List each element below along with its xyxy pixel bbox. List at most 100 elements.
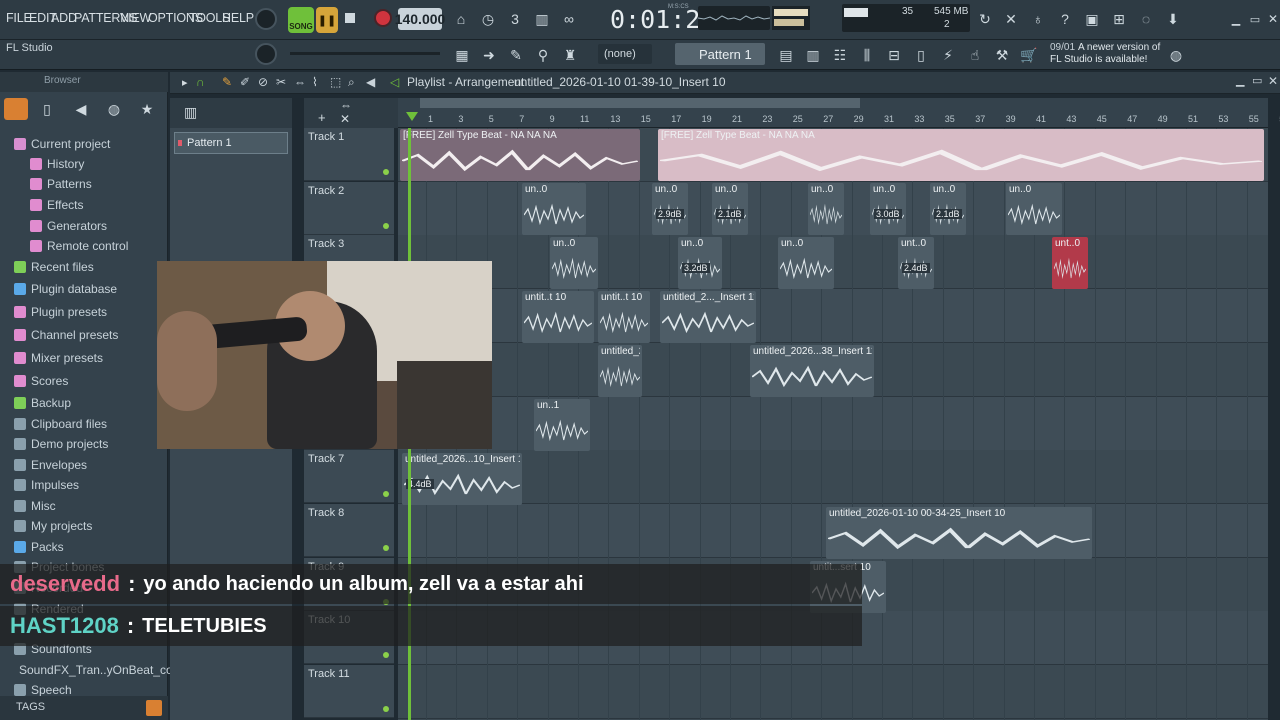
master-slider[interactable] [290, 52, 440, 55]
browser-item[interactable]: Misc [0, 496, 168, 516]
slice-tool-icon[interactable]: ⌇ [312, 75, 318, 89]
audio-clip[interactable]: un..0 [778, 237, 834, 289]
playlist-maximize-icon[interactable]: ▭ [1252, 74, 1262, 87]
magnet-icon[interactable]: ∩ [196, 75, 205, 89]
zoom-icon[interactable]: ⇔ [340, 98, 352, 112]
browser-item[interactable]: Envelopes [0, 455, 168, 475]
arrow-right-icon[interactable]: ➜ [478, 44, 500, 66]
audio-clip[interactable]: untit..t 10 [598, 291, 650, 343]
browser-item[interactable]: Plugin presets [0, 302, 168, 322]
tempo-display[interactable]: 140.000 [395, 8, 445, 30]
stop-button[interactable] [345, 13, 355, 23]
browser-files-tab[interactable]: ▯ [36, 98, 58, 120]
track-header[interactable]: Track 11 [304, 665, 394, 718]
browser-item[interactable]: Demo projects [0, 434, 168, 454]
menu-view[interactable]: VIEW [120, 11, 151, 25]
step-edit-icon[interactable]: ▥ [531, 8, 553, 30]
play-button[interactable]: ❚❚ [316, 7, 338, 33]
piano-icon[interactable]: ▥ [802, 44, 824, 66]
piano-roll-icon[interactable]: ▦ [451, 44, 473, 66]
track-header[interactable]: Track 8 [304, 503, 394, 557]
master-pitch-knob[interactable] [255, 43, 277, 65]
pattern-item[interactable]: Pattern 1 [174, 132, 288, 154]
playlist-icon[interactable]: ▤ [775, 44, 797, 66]
audio-clip[interactable]: untitled_2026...10_Insert 11 4.4dB [402, 453, 522, 505]
audio-clip[interactable]: [FREE] Zell Type Beat - NA NA NA [400, 129, 640, 181]
audio-clip[interactable]: un..0 [808, 183, 844, 235]
tags-bar[interactable]: TAGS [0, 696, 168, 720]
add-track-icon[interactable]: + [318, 110, 326, 125]
track-header[interactable]: Track 2 [304, 181, 394, 235]
wait-icon[interactable]: ◷ [477, 8, 499, 30]
browser-item[interactable]: Recent files [0, 257, 168, 277]
track-mute-led[interactable] [383, 491, 389, 498]
track-mute-led[interactable] [383, 544, 389, 551]
browser-starred-tab[interactable]: ★ [136, 98, 158, 120]
browser-item[interactable]: Current project [0, 134, 168, 154]
stamp-icon[interactable]: ♜ [559, 44, 581, 66]
channel-rack-icon[interactable]: ☷ [829, 44, 851, 66]
play-icon[interactable]: ▸ [182, 76, 188, 89]
loop-record-icon[interactable]: ∞ [558, 8, 580, 30]
browser-item[interactable]: Backup [0, 393, 168, 413]
audio-clip[interactable]: untitled_2026...38_Insert 11 [598, 345, 642, 397]
audio-clip[interactable]: untitled_2026...38_Insert 11 [750, 345, 874, 397]
remove-icon[interactable]: ✕ [340, 112, 350, 126]
playlist-minimize-icon[interactable]: ▁ [1236, 74, 1244, 87]
touch-icon[interactable]: ☝ [964, 44, 986, 66]
track-lane[interactable] [398, 450, 1268, 505]
track-lane[interactable] [398, 396, 1268, 451]
track-lane[interactable] [398, 665, 1268, 719]
wrench-icon[interactable]: ⚒ [991, 44, 1013, 66]
audio-clip[interactable]: un..0 [1006, 183, 1062, 235]
audio-clip[interactable]: unt..0 2.4dB [898, 237, 934, 289]
arrangement-icon[interactable]: ◁ [390, 75, 399, 89]
countdown-icon[interactable]: 3 [504, 8, 526, 30]
plugin-icon[interactable]: ⚡ [937, 44, 959, 66]
playhead-marker[interactable] [406, 112, 418, 121]
mixer-icon[interactable]: ⊞ [1108, 8, 1130, 30]
audio-clip[interactable]: un..0 [522, 183, 586, 235]
speaker-icon[interactable]: ◀ [366, 75, 375, 89]
browser-item[interactable]: Effects [0, 195, 168, 215]
picker-icon[interactable]: ▥ [184, 104, 197, 121]
help-icon[interactable]: ? [1054, 8, 1076, 30]
menu-file[interactable]: FILE [6, 11, 32, 25]
audio-clip[interactable]: [FREE] Zell Type Beat - NA NA NA [658, 129, 1264, 181]
audio-clip[interactable]: un..0 2.9dB [652, 183, 688, 235]
pattern-selector[interactable]: Pattern 1 [675, 43, 765, 65]
audio-clip[interactable]: untit..t 10 [522, 291, 594, 343]
browser-item[interactable]: Channel presets [0, 325, 168, 345]
audio-clip[interactable]: un..1 [534, 399, 590, 451]
browser-all-tab[interactable] [4, 98, 28, 120]
select-tool-icon[interactable]: ⬚ [330, 75, 341, 89]
audio-clip[interactable]: untitled_2..._Insert 11 [660, 291, 756, 343]
news-text[interactable]: A newer version of FL Studio is availabl… [1050, 42, 1170, 66]
file-icon[interactable]: ▯ [910, 44, 932, 66]
chat-icon[interactable]: ◌ [1135, 8, 1157, 30]
audio-clip[interactable]: un..0 2.1dB [930, 183, 966, 235]
browser-plugins-tab[interactable]: ◀ [70, 98, 92, 120]
browser-item[interactable]: SoundFX_Tran..yOnBeat_com [0, 660, 183, 680]
search-icon[interactable] [146, 700, 162, 716]
menu-add[interactable]: ADD [51, 11, 77, 25]
audio-clip[interactable]: untitled_2026-01-10 00-34-25_Insert 10 [826, 507, 1092, 559]
playlist-close-icon[interactable]: ✕ [1268, 74, 1278, 88]
timeline-ruler[interactable]: 1 3 5 7 9 11 13 15 17 19 21 23 25 27 29 31 33 35 37 39 41 43 4… [398, 98, 1280, 128]
audio-clip[interactable]: un..0 3.2dB [678, 237, 722, 289]
track-mute-led[interactable] [383, 652, 389, 659]
mixer-faders-icon[interactable]: ⫼ [856, 44, 878, 66]
metronome-icon[interactable]: ⌂ [450, 8, 472, 30]
pencil-icon[interactable]: ✎ [505, 44, 527, 66]
track-mute-led[interactable] [383, 222, 389, 229]
track-header[interactable]: Track 1 [304, 128, 394, 181]
audio-clip[interactable]: un..0 2.1dB [712, 183, 748, 235]
record-button[interactable] [374, 9, 392, 27]
browser-item[interactable]: Packs [0, 537, 168, 557]
audio-clip[interactable]: un..0 3.0dB [870, 183, 906, 235]
slip-tool-icon[interactable]: ⇔ [294, 75, 306, 89]
link-icon[interactable]: ⚲ [532, 44, 554, 66]
browser-item[interactable]: Plugin database [0, 279, 168, 299]
song-mode-toggle[interactable]: SONG [288, 7, 314, 33]
browser-item[interactable]: Clipboard files [0, 414, 168, 434]
